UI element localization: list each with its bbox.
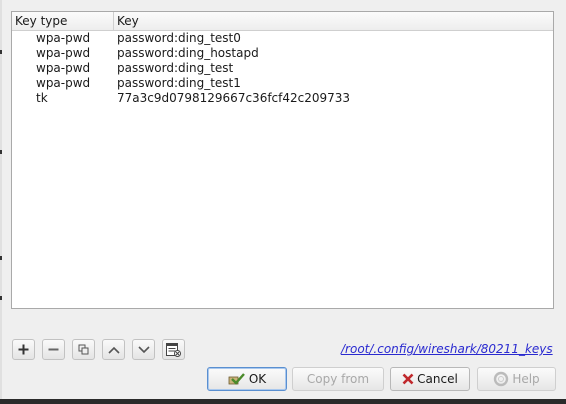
- help-button[interactable]: Help: [477, 367, 556, 391]
- remove-entry-button[interactable]: [42, 339, 65, 360]
- key-cell: password:ding_test0: [117, 31, 241, 45]
- taskbar-strip: [0, 399, 566, 404]
- table-row[interactable]: wpa-pwd password:ding_hostapd: [12, 46, 553, 61]
- key-cell: 77a3c9d0798129667c36fcf42c209733: [117, 91, 351, 105]
- clear-list-icon: [166, 342, 181, 357]
- table-row[interactable]: tk 77a3c9d0798129667c36fcf42c209733: [12, 91, 553, 106]
- key-cell: password:ding_test1: [117, 76, 241, 90]
- edge-mark: [0, 150, 2, 154]
- table-body: wpa-pwd password:ding_test0 wpa-pwd pass…: [12, 31, 553, 106]
- key-cell: password:ding_test: [117, 61, 234, 75]
- key-cell: password:ding_hostapd: [117, 46, 259, 60]
- edge-mark: [0, 296, 2, 300]
- key-type-cell: wpa-pwd: [36, 46, 91, 60]
- ok-button[interactable]: OK: [207, 367, 287, 391]
- key-type-cell: wpa-pwd: [36, 31, 91, 45]
- keys-table[interactable]: Key type Key wpa-pwd password:ding_test0…: [11, 11, 554, 309]
- copy-icon: [78, 344, 89, 355]
- move-up-button[interactable]: [102, 339, 125, 360]
- table-row[interactable]: wpa-pwd password:ding_test: [12, 61, 553, 76]
- move-down-button[interactable]: [132, 339, 155, 360]
- copy-entry-button[interactable]: [72, 339, 95, 360]
- window-left-edge: [0, 0, 2, 404]
- checkmark-icon: [228, 372, 246, 386]
- help-button-label: Help: [512, 372, 540, 386]
- cancel-button-label: Cancel: [417, 372, 458, 386]
- help-icon: [493, 371, 509, 387]
- chevron-up-icon: [107, 346, 120, 354]
- cancel-button[interactable]: Cancel: [390, 367, 470, 391]
- keys-file-path-link[interactable]: /root/.config/wireshark/80211_keys: [341, 342, 553, 356]
- chevron-down-icon: [137, 345, 150, 353]
- copy-from-button[interactable]: Copy from: [292, 367, 384, 391]
- plus-icon: [18, 344, 29, 355]
- ok-button-label: OK: [248, 372, 267, 386]
- table-row[interactable]: wpa-pwd password:ding_test1: [12, 76, 553, 91]
- add-entry-button[interactable]: [12, 339, 35, 360]
- table-row[interactable]: wpa-pwd password:ding_test0: [12, 31, 553, 46]
- table-header: Key type Key: [12, 12, 553, 31]
- minus-icon: [48, 348, 59, 351]
- edge-mark: [0, 50, 2, 54]
- edge-mark: [0, 256, 2, 260]
- key-type-cell: wpa-pwd: [36, 76, 91, 90]
- clear-list-button[interactable]: [162, 339, 185, 360]
- column-header-key[interactable]: Key: [114, 12, 414, 30]
- key-type-cell: tk: [36, 91, 48, 105]
- key-type-cell: wpa-pwd: [36, 61, 91, 75]
- column-header-key-type[interactable]: Key type: [12, 12, 114, 30]
- copy-from-button-label: Copy from: [306, 372, 370, 386]
- cancel-icon: [402, 373, 414, 385]
